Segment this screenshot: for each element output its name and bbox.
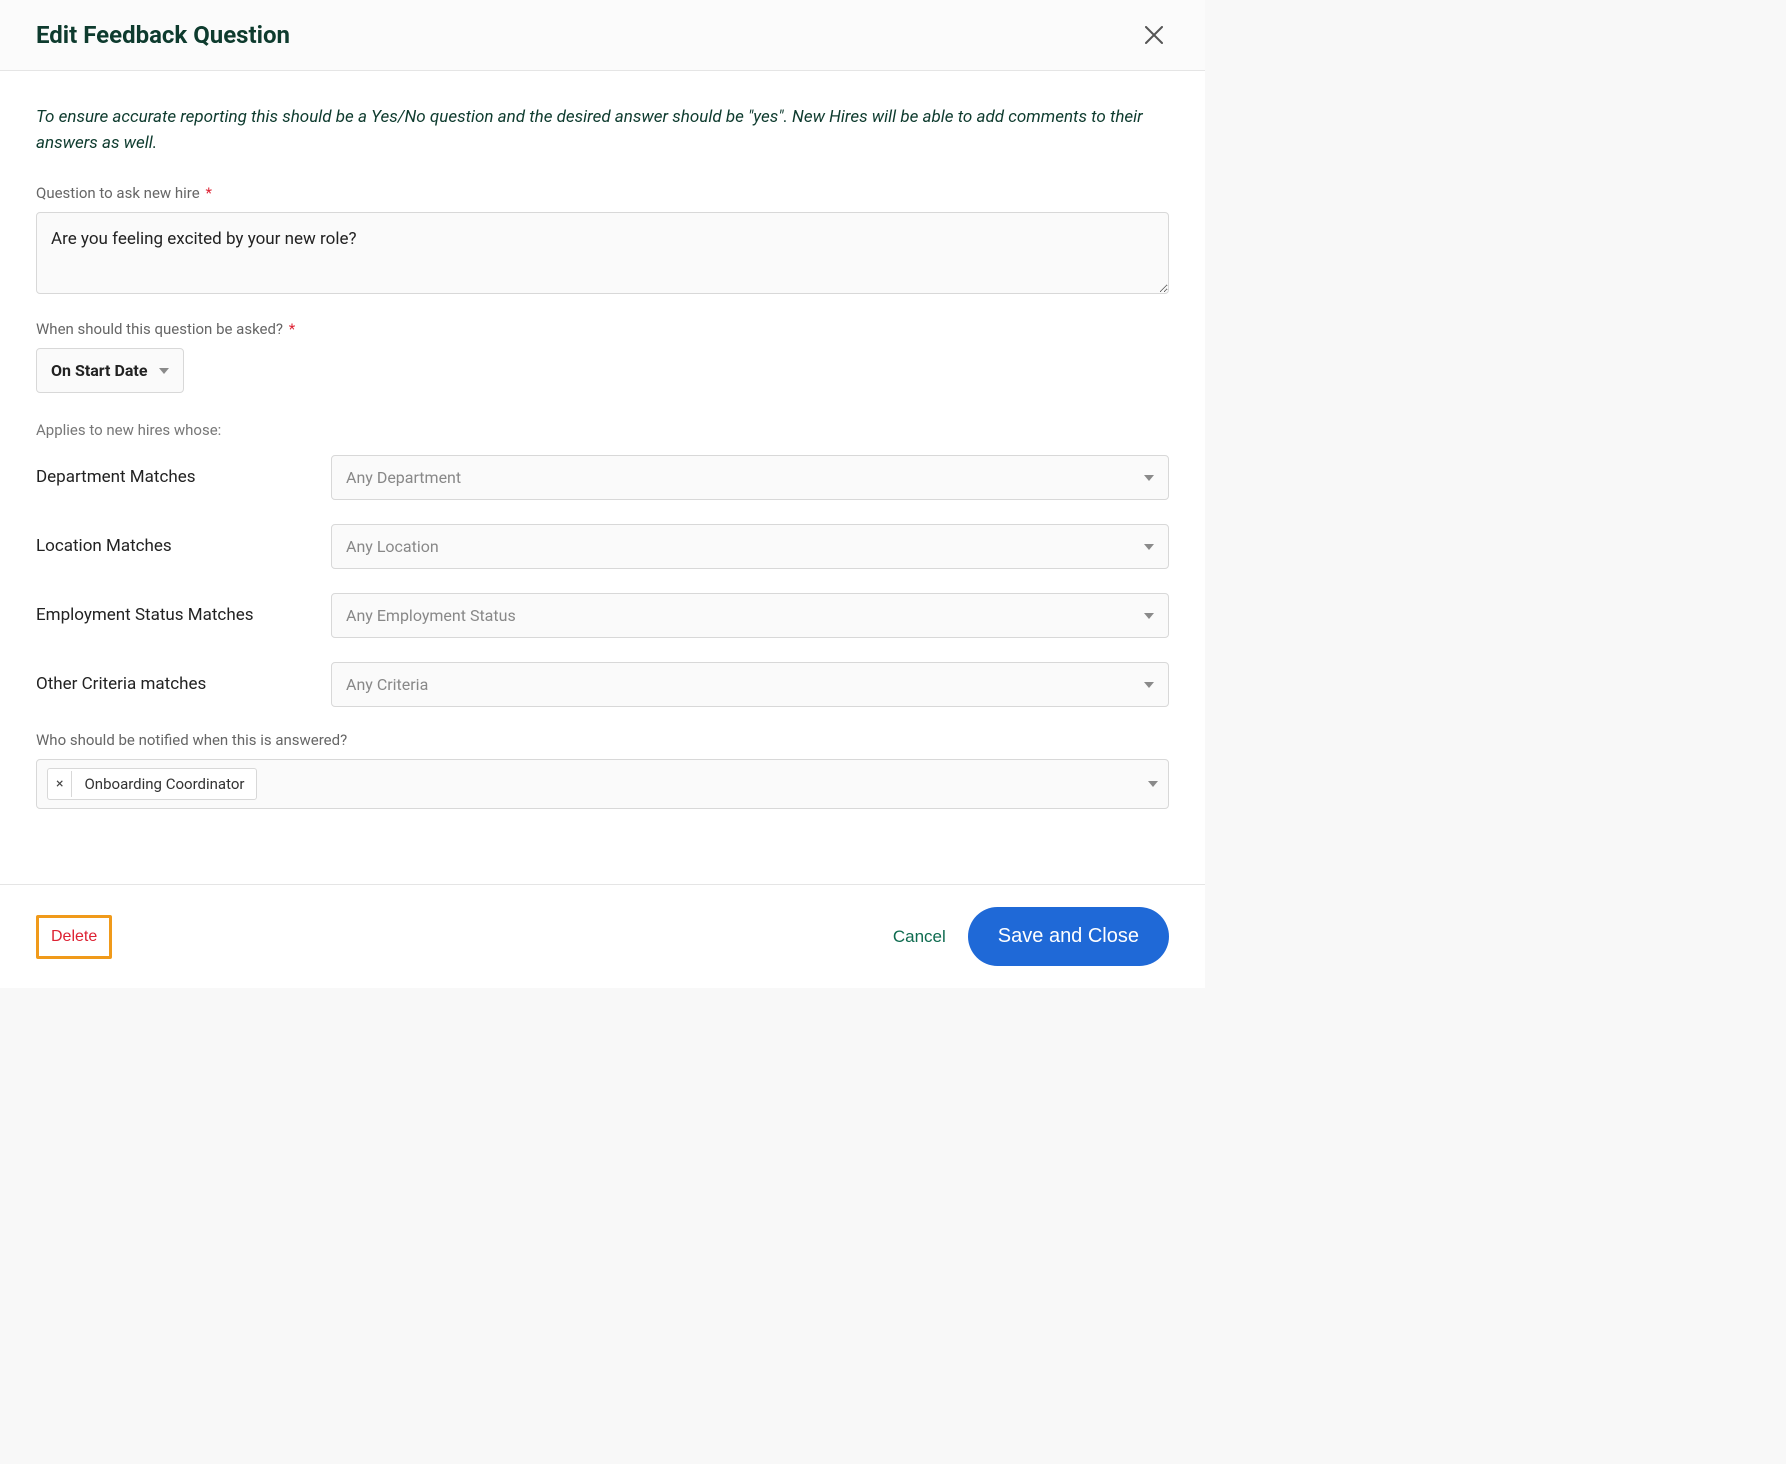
dialog-header: Edit Feedback Question (0, 0, 1205, 71)
question-section: Question to ask new hire * (36, 184, 1169, 298)
instructions-text: To ensure accurate reporting this should… (36, 105, 1156, 156)
location-matches-label: Location Matches (36, 534, 331, 560)
employment-status-select[interactable]: Any Employment Status (331, 593, 1169, 638)
location-placeholder: Any Location (346, 537, 439, 556)
other-criteria-select[interactable]: Any Criteria (331, 662, 1169, 707)
edit-feedback-question-dialog: Edit Feedback Question To ensure accurat… (0, 0, 1205, 988)
question-label: Question to ask new hire * (36, 184, 1169, 202)
required-asterisk: * (205, 184, 211, 202)
question-textarea[interactable] (36, 212, 1169, 294)
caret-down-icon (1148, 781, 1158, 787)
applies-to-label: Applies to new hires whose: (36, 421, 1169, 439)
notify-chip: × Onboarding Coordinator (47, 768, 257, 800)
notify-select[interactable]: × Onboarding Coordinator (36, 759, 1169, 809)
criteria-row-location: Location Matches Any Location (36, 524, 1169, 569)
caret-down-icon (1144, 475, 1154, 481)
delete-button[interactable]: Delete (36, 915, 112, 959)
criteria-row-department: Department Matches Any Department (36, 455, 1169, 500)
other-criteria-placeholder: Any Criteria (346, 675, 428, 694)
department-select[interactable]: Any Department (331, 455, 1169, 500)
question-label-text: Question to ask new hire (36, 184, 200, 202)
footer-right: Cancel Save and Close (893, 907, 1169, 966)
criteria-row-other: Other Criteria matches Any Criteria (36, 662, 1169, 707)
when-section: When should this question be asked? * On… (36, 320, 1169, 393)
employment-status-placeholder: Any Employment Status (346, 606, 516, 625)
save-and-close-button[interactable]: Save and Close (968, 907, 1169, 966)
when-select[interactable]: On Start Date (36, 348, 184, 393)
chip-remove-button[interactable]: × (48, 771, 72, 797)
close-icon (1145, 26, 1163, 44)
employment-status-matches-label: Employment Status Matches (36, 603, 331, 629)
caret-down-icon (1144, 544, 1154, 550)
dialog-body: To ensure accurate reporting this should… (0, 71, 1205, 884)
caret-down-icon (159, 368, 169, 374)
close-button[interactable] (1139, 20, 1169, 50)
chip-label: Onboarding Coordinator (72, 769, 256, 799)
dialog-footer: Delete Cancel Save and Close (0, 884, 1205, 988)
department-matches-label: Department Matches (36, 465, 331, 491)
notify-label: Who should be notified when this is answ… (36, 731, 1169, 749)
caret-down-icon (1144, 682, 1154, 688)
when-selected-value: On Start Date (51, 361, 147, 380)
cancel-button[interactable]: Cancel (893, 927, 946, 947)
criteria-row-employment-status: Employment Status Matches Any Employment… (36, 593, 1169, 638)
required-asterisk: * (289, 320, 295, 338)
when-label: When should this question be asked? * (36, 320, 1169, 338)
location-select[interactable]: Any Location (331, 524, 1169, 569)
other-criteria-matches-label: Other Criteria matches (36, 672, 331, 698)
department-placeholder: Any Department (346, 468, 461, 487)
when-label-text: When should this question be asked? (36, 320, 283, 338)
dialog-title: Edit Feedback Question (36, 21, 290, 49)
caret-down-icon (1144, 613, 1154, 619)
